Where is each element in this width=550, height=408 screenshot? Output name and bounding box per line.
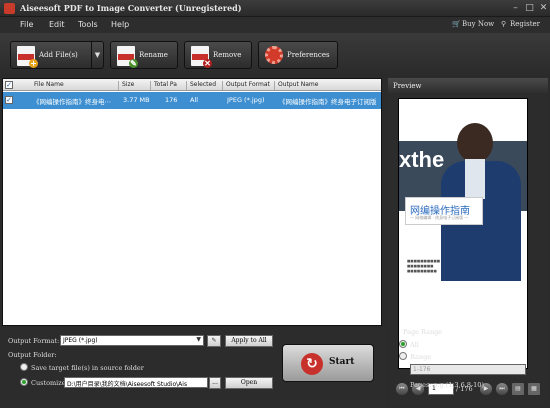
menu-tools[interactable]: Tools <box>78 20 98 29</box>
cell-file-name: 《网编操作指南》终身电⋯ <box>33 98 111 106</box>
apply-to-all-button[interactable]: Apply to All <box>225 335 273 347</box>
cover-subtitle: — 网络编辑 · 终身电子订阅版 — <box>410 215 469 220</box>
cover-title-box: 网编操作指南 — 网络编辑 · 终身电子订阅版 — <box>405 197 483 225</box>
start-button[interactable]: ↻ Start <box>282 344 374 382</box>
customize-radio[interactable] <box>20 378 28 386</box>
refresh-icon: ↻ <box>301 353 323 375</box>
output-format-label: Output Format: <box>8 337 60 345</box>
preview-header: Preview <box>388 78 548 93</box>
cover-bg-text: xthe <box>399 147 445 172</box>
col-file-name[interactable]: File Name <box>31 81 119 90</box>
key-icon: ⚲ <box>501 20 507 28</box>
person-head <box>457 123 493 163</box>
menu-file[interactable]: File <box>20 20 33 29</box>
chevron-down-icon: ▼ <box>196 336 201 343</box>
cart-icon: 🛒 <box>452 20 461 28</box>
save-source-label: Save target file(s) in source folder <box>31 364 144 372</box>
wrench-icon[interactable]: ✎ <box>207 335 221 347</box>
cell-selected: All <box>190 96 199 104</box>
rename-pdf-icon: ✎ <box>117 46 138 68</box>
remove-button[interactable]: ✕ Remove <box>184 41 252 69</box>
range-all-radio[interactable] <box>399 340 407 348</box>
rename-label: Rename <box>139 51 168 59</box>
cell-size: 3.77 MB <box>123 96 150 104</box>
save-source-radio[interactable] <box>20 363 28 371</box>
register-link[interactable]: Register <box>510 20 540 28</box>
last-page-icon[interactable]: ⏭ <box>496 383 508 395</box>
title-bar: Aiseesoft PDF to Image Converter (Unregi… <box>0 0 550 17</box>
range-all-label: All <box>410 341 419 349</box>
menu-bar: File Edit Tools Help 🛒 Buy Now ⚲ Registe… <box>0 17 550 33</box>
maximize-icon[interactable]: □ <box>524 3 535 14</box>
cell-output-name: 《网编操作指南》终身电子订阅版 <box>279 98 377 106</box>
customize-label: Customize <box>31 379 66 387</box>
preferences-label: Preferences <box>287 51 330 59</box>
start-label: Start <box>329 357 355 367</box>
pages-hint: Pages: e.g.(1,3,6,8-10) <box>410 381 484 389</box>
add-files-dropdown[interactable]: ▼ <box>91 42 103 68</box>
close-icon[interactable]: ✕ <box>538 3 549 14</box>
remove-pdf-icon: ✕ <box>191 46 212 68</box>
minimize-icon[interactable]: – <box>510 3 521 14</box>
browse-button[interactable]: ... <box>209 377 221 389</box>
output-format-value: JPEG (*.jpg) <box>63 337 98 344</box>
col-output-format[interactable]: Output Format <box>223 81 275 90</box>
cell-total-pages: 176 <box>165 96 178 104</box>
add-files-button[interactable]: + Add File(s) ▼ <box>10 41 104 69</box>
open-folder-button[interactable]: Open <box>225 377 273 389</box>
app-logo-icon <box>4 3 15 14</box>
select-all-checkbox[interactable]: ✓ <box>5 81 13 89</box>
page-range-title: Page Range <box>403 328 443 336</box>
add-pdf-icon: + <box>17 46 38 68</box>
file-list: ✓ File Name Size Total Pa Selected Outpu… <box>2 78 382 326</box>
range-custom-label: Range <box>410 353 432 361</box>
table-row[interactable]: ✓ 《网编操作指南》终身电⋯ 3.77 MB 176 All JPEG (*.j… <box>3 92 381 109</box>
row-checkbox[interactable]: ✓ <box>5 96 13 104</box>
col-total-pages[interactable]: Total Pa <box>151 81 187 90</box>
output-format-select[interactable]: JPEG (*.jpg) ▼ <box>60 335 204 346</box>
menu-help[interactable]: Help <box>111 20 129 29</box>
first-page-icon[interactable]: ⏮ <box>396 383 408 395</box>
add-files-label: Add File(s) <box>39 51 78 59</box>
col-output-name[interactable]: Output Name <box>275 81 381 90</box>
copy-icon[interactable]: ▤ <box>512 383 524 395</box>
file-list-header: ✓ File Name Size Total Pa Selected Outpu… <box>3 79 381 91</box>
col-size[interactable]: Size <box>119 81 151 90</box>
cover-small-text: ■■■■■■■■■■ ■■■■■■■■ ■■■■■■■■■ <box>407 259 441 273</box>
output-folder-label: Output Folder: <box>8 351 57 359</box>
range-custom-radio[interactable] <box>399 352 407 360</box>
toolbar: + Add File(s) ▼ ✎ Rename ✕ Remove Prefer… <box>0 33 550 77</box>
menu-edit[interactable]: Edit <box>49 20 65 29</box>
col-selected[interactable]: Selected <box>187 81 223 90</box>
window-title: Aiseesoft PDF to Image Converter (Unregi… <box>20 3 242 13</box>
cell-output-format: JPEG (*.jpg) <box>227 96 265 104</box>
person-shirt <box>465 159 485 199</box>
preferences-button[interactable]: Preferences <box>258 41 338 69</box>
range-input[interactable]: 1-176 <box>410 364 526 375</box>
gear-icon <box>265 46 283 64</box>
buy-now-link[interactable]: Buy Now <box>462 20 494 28</box>
rename-button[interactable]: ✎ Rename <box>110 41 178 69</box>
remove-label: Remove <box>213 51 242 59</box>
folder-path-input[interactable]: D:\用户目录\我的文档\Aiseesoft Studio\Ais <box>64 377 208 388</box>
folder-icon[interactable]: ▦ <box>528 383 540 395</box>
